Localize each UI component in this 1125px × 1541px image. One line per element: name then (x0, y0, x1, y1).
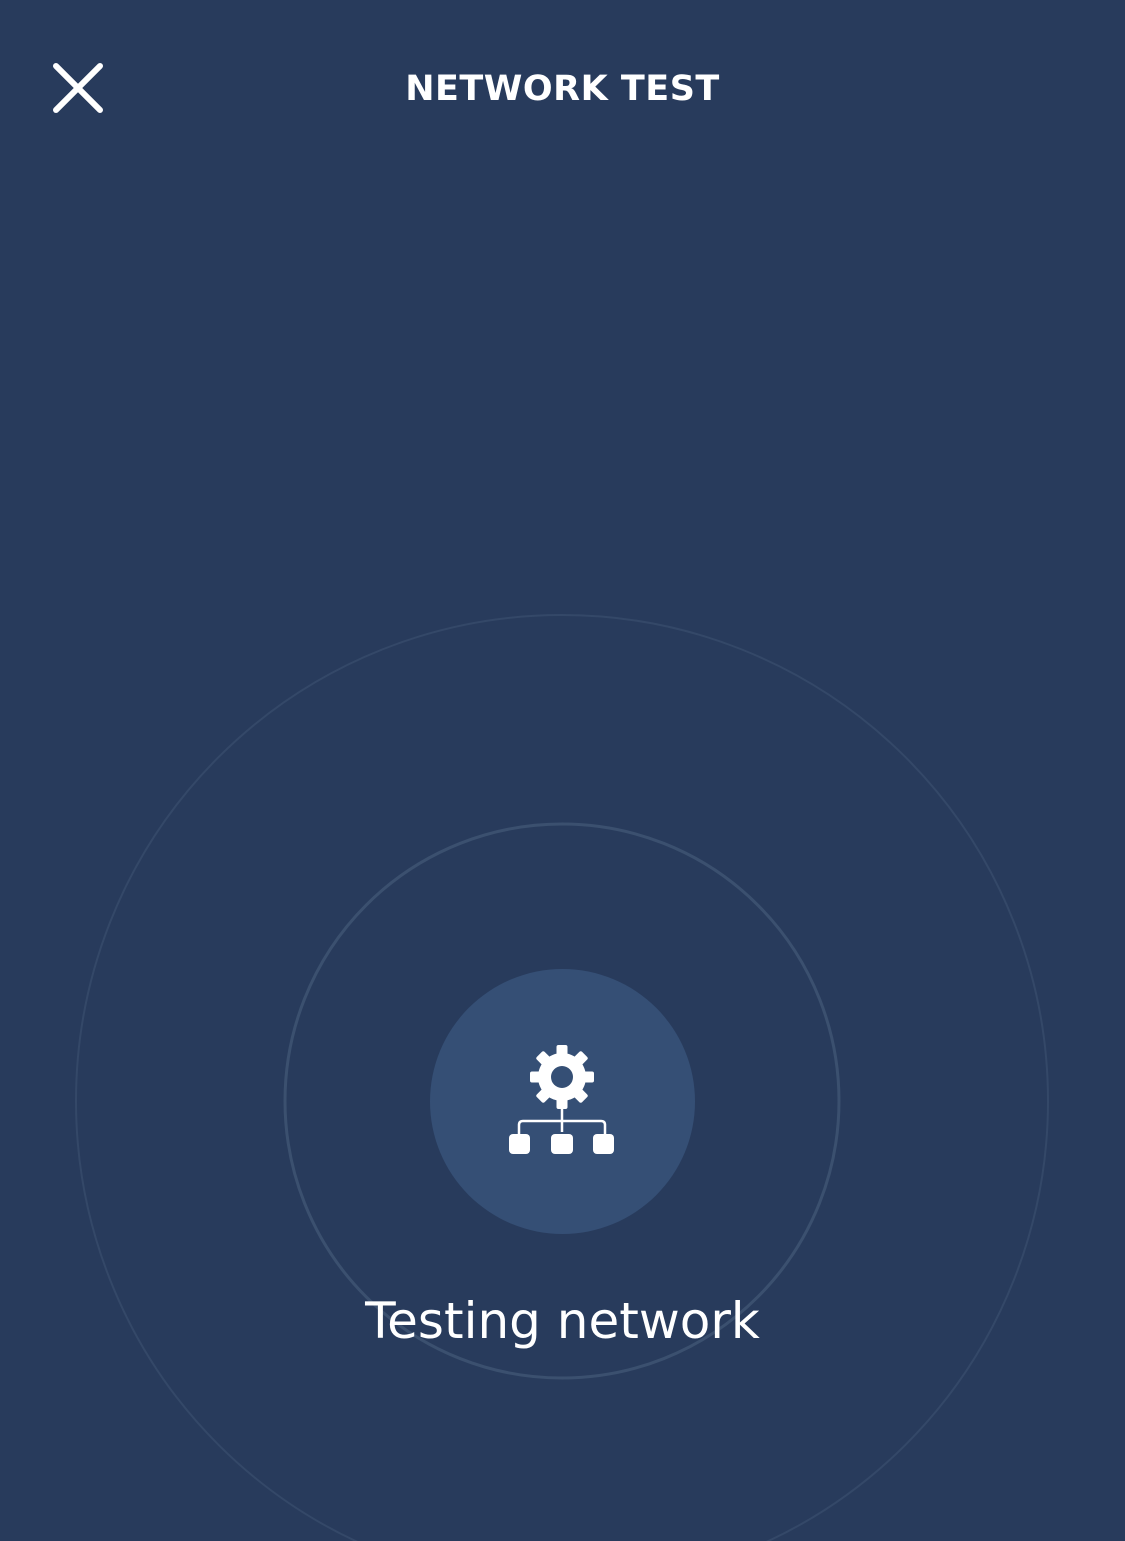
header-bar: NETWORK TEST (0, 0, 1125, 180)
hierarchy-lines (517, 1108, 607, 1134)
network-settings-icon (509, 1045, 614, 1154)
status-text: Testing network (365, 1292, 760, 1350)
hierarchy-nodes (509, 1134, 614, 1154)
page-title: NETWORK TEST (405, 69, 720, 109)
gear-icon (530, 1045, 594, 1109)
